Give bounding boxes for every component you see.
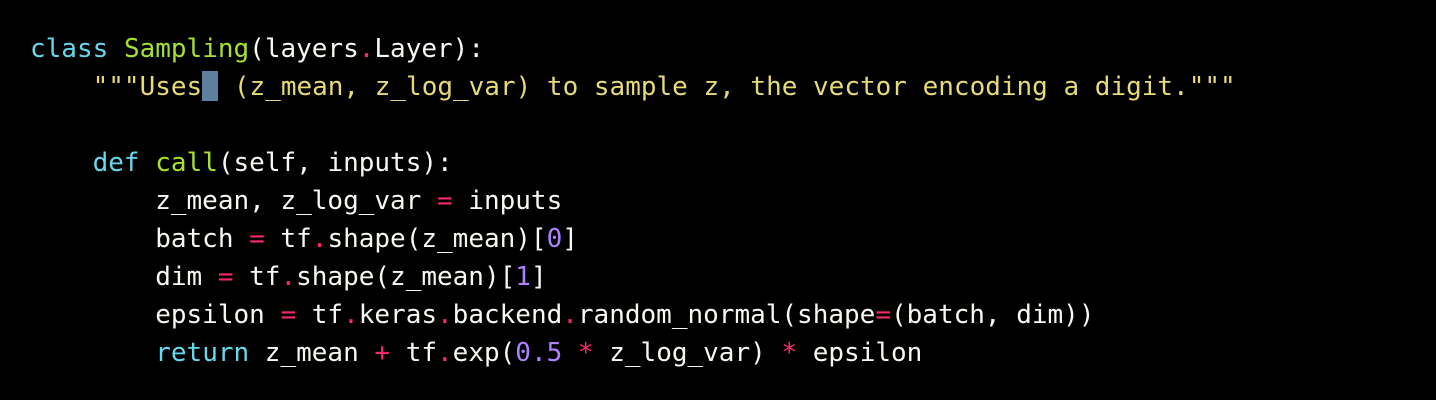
code-token-operator: . [311, 224, 328, 254]
code-token-string: (z_mean, z_log_var) to sample z, the vec… [218, 72, 1236, 102]
code-token-default: z_mean [249, 338, 375, 368]
code-token-number: 1 [515, 262, 531, 292]
code-line[interactable]: batch = tf.shape(z_mean)[0] [30, 220, 1436, 258]
code-token-operator: . [358, 34, 375, 64]
code-token-keyword: def [92, 148, 140, 178]
code-token-default: backend [452, 300, 563, 330]
code-token-default: (layers [249, 34, 359, 64]
code-token-number: 0.5 [515, 338, 563, 368]
code-token-default: exp( [452, 338, 516, 368]
code-token-default: shape(z_mean)[ [296, 262, 516, 292]
code-token-operator: . [343, 300, 359, 330]
code-token-default: random_normal(shape [577, 300, 876, 330]
code-token-keyword: class [30, 34, 109, 64]
code-token-operator: = [875, 300, 891, 330]
code-token-operator: . [280, 262, 297, 292]
code-token-default: tf [390, 338, 438, 368]
code-token-default: inputs [452, 186, 563, 216]
code-token-default: tf [296, 300, 344, 330]
code-token-default [108, 34, 124, 64]
code-token-keyword: return [155, 338, 250, 368]
code-token-default: (self, inputs): [217, 148, 453, 178]
code-line[interactable]: dim = tf.shape(z_mean)[1] [30, 258, 1436, 296]
code-token-default [30, 72, 93, 102]
code-token-default: ] [530, 262, 547, 292]
code-token-default: ] [562, 224, 578, 254]
code-line[interactable]: def call(self, inputs): [30, 144, 1436, 182]
code-token-default: batch [30, 224, 250, 254]
code-token-operator: + [374, 338, 391, 368]
code-token-number: 0 [546, 224, 563, 254]
code-token-default [562, 338, 578, 368]
code-token-name: call [155, 148, 218, 178]
code-token-default: tf [264, 224, 312, 254]
code-token-default: dim [30, 262, 218, 292]
code-token-default [30, 148, 93, 178]
code-token-operator: . [562, 300, 578, 330]
code-token-default: z_log_var) [593, 338, 782, 368]
code-token-operator: . [437, 338, 453, 368]
code-token-default: tf [233, 262, 281, 292]
code-token-default [140, 148, 156, 178]
code-token-default [30, 338, 155, 368]
text-cursor [202, 71, 219, 101]
code-token-default: z_mean, z_log_var [30, 186, 437, 216]
code-line[interactable]: return z_mean + tf.exp(0.5 * z_log_var) … [30, 334, 1436, 372]
code-token-string: """Uses [92, 72, 203, 102]
code-token-default: keras [358, 300, 438, 330]
code-line[interactable]: class Sampling(layers.Layer): [30, 30, 1436, 68]
code-line[interactable]: epsilon = tf.keras.backend.random_normal… [30, 296, 1436, 334]
code-token-operator: * [781, 338, 798, 368]
code-line[interactable]: """Uses (z_mean, z_log_var) to sample z,… [30, 68, 1436, 106]
code-token-default: shape(z_mean)[ [327, 224, 547, 254]
code-token-default: epsilon [30, 300, 281, 330]
code-token-default: (batch, dim)) [890, 300, 1095, 330]
code-token-default: Layer): [374, 34, 484, 64]
code-area[interactable]: class Sampling(layers.Layer): """Uses (z… [30, 30, 1436, 372]
code-token-operator: = [217, 262, 234, 292]
code-token-operator: = [437, 186, 453, 216]
code-token-default: epsilon [797, 338, 923, 368]
code-token-operator: . [437, 300, 453, 330]
code-token-operator: = [249, 224, 265, 254]
code-line[interactable]: z_mean, z_log_var = inputs [30, 182, 1436, 220]
code-editor[interactable]: class Sampling(layers.Layer): """Uses (z… [0, 0, 1436, 400]
code-token-operator: * [577, 338, 594, 368]
code-line[interactable]: ​ [30, 106, 1436, 144]
code-token-name: Sampling [123, 34, 250, 64]
code-token-operator: = [280, 300, 297, 330]
